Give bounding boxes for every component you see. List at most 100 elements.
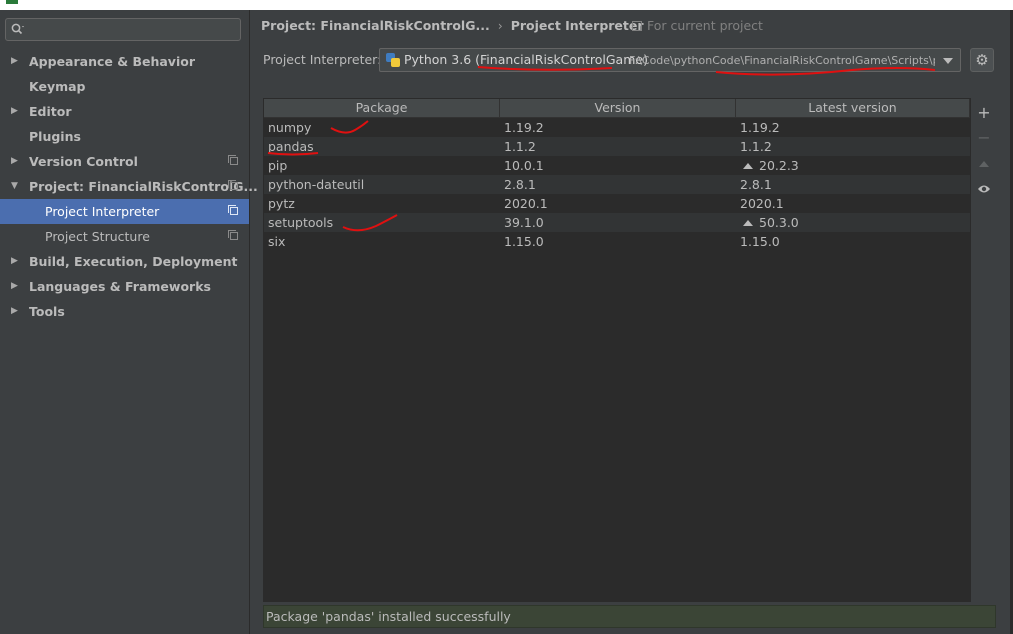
package-version-cell: 39.1.0 — [504, 215, 544, 230]
chevron-right-icon[interactable]: ▶ — [11, 99, 18, 124]
table-row[interactable]: pip 10.0.1 20.2.3 — [264, 156, 970, 175]
table-row[interactable]: numpy 1.19.2 1.19.2 — [264, 118, 970, 137]
sidebar-item-label: Tools — [29, 304, 65, 319]
interpreter-path: F:\Code\pythonCode\FinancialRiskControlG… — [629, 54, 935, 67]
breadcrumb: Project: FinancialRiskControlG... › Projec… — [261, 17, 644, 35]
packages-table: Package Version Latest version numpy 1.19… — [263, 98, 971, 602]
breadcrumb-separator: › — [497, 18, 503, 33]
table-header: Package Version Latest version — [264, 99, 970, 118]
project-interpreter-page: Project: FinancialRiskControlG... › Projec… — [250, 10, 1010, 634]
sidebar-item[interactable]: Project Interpreter — [0, 199, 249, 224]
interpreter-select[interactable]: Python 3.6 (FinancialRiskControlGame) F:… — [379, 48, 961, 72]
sidebar-item[interactable]: ▶ Build, Execution, Deployment — [0, 249, 249, 274]
latest-version-text: 2020.1 — [740, 196, 784, 211]
chevron-right-icon[interactable]: ▶ — [11, 299, 18, 324]
package-latest-version-cell: 2.8.1 — [740, 175, 772, 194]
chevron-down-icon[interactable]: ▼ — [11, 174, 18, 199]
upgrade-icon[interactable] — [972, 151, 996, 175]
copy-icon — [228, 230, 238, 240]
sidebar-item-label: Languages & Frameworks — [29, 279, 211, 294]
sidebar-item-label: Project: FinancialRiskControlG... — [29, 179, 258, 194]
sidebar-item-label: Project Structure — [45, 229, 150, 244]
for-current-project-hint: For current project — [632, 17, 763, 35]
eye-icon[interactable] — [972, 176, 996, 200]
settings-tree: ▶ Appearance & Behavior Keymap ▶ Editor Plugi… — [0, 49, 258, 324]
sidebar-item[interactable]: Project Structure — [0, 224, 249, 249]
sidebar-item-label: Version Control — [29, 154, 138, 169]
sidebar-item[interactable]: Plugins — [0, 124, 249, 149]
package-name-cell: pytz — [268, 196, 295, 211]
chevron-right-icon[interactable]: ▶ — [11, 49, 18, 74]
copy-icon — [228, 205, 238, 215]
latest-version-text: 20.2.3 — [759, 158, 799, 173]
package-version-cell: 10.0.1 — [504, 158, 544, 173]
sidebar-item-label: Build, Execution, Deployment — [29, 254, 238, 269]
latest-version-text: 1.19.2 — [740, 120, 780, 135]
package-version-cell: 1.15.0 — [504, 234, 544, 249]
latest-version-text: 50.3.0 — [759, 215, 799, 230]
remove-icon[interactable]: − — [972, 126, 996, 150]
gear-icon[interactable]: ⚙ — [970, 48, 994, 72]
column-header-latest-version[interactable]: Latest version — [736, 99, 970, 117]
add-icon[interactable]: + — [972, 101, 996, 125]
sidebar-item[interactable]: Keymap — [0, 74, 249, 99]
latest-version-text: 2.8.1 — [740, 177, 772, 192]
window-title-strip — [0, 0, 1013, 10]
sidebar-item[interactable]: ▶ Tools — [0, 299, 249, 324]
settings-sidebar: ▶ Appearance & Behavior Keymap ▶ Editor Plugi… — [0, 10, 258, 634]
sidebar-item[interactable]: ▶ Languages & Frameworks — [0, 274, 249, 299]
interpreter-name: Python 3.6 (FinancialRiskControlGame) — [404, 52, 648, 67]
sidebar-item[interactable]: ▶ Editor — [0, 99, 249, 124]
column-header-version[interactable]: Version — [500, 99, 736, 117]
package-name-cell: pip — [268, 158, 288, 173]
table-row[interactable]: setuptools 39.1.0 50.3.0 — [264, 213, 970, 232]
table-row[interactable]: python-dateutil 2.8.1 2.8.1 — [264, 175, 970, 194]
package-latest-version-cell: 1.1.2 — [740, 137, 772, 156]
package-latest-version-cell: 50.3.0 — [740, 213, 799, 232]
package-version-cell: 1.19.2 — [504, 120, 544, 135]
sidebar-item[interactable]: ▶ Version Control — [0, 149, 249, 174]
table-row[interactable]: six 1.15.0 1.15.0 — [264, 232, 970, 251]
sidebar-item-label: Project Interpreter — [45, 204, 160, 219]
upgrade-icon — [743, 163, 753, 169]
sidebar-item[interactable]: ▶ Appearance & Behavior — [0, 49, 249, 74]
package-version-cell: 1.1.2 — [504, 139, 536, 154]
sidebar-item-label: Keymap — [29, 79, 86, 94]
sidebar-item-label: Appearance & Behavior — [29, 54, 195, 69]
package-name-cell: six — [268, 234, 286, 249]
table-body: numpy 1.19.2 1.19.2 pandas 1.1.2 1.1.2 pip 10.0… — [264, 118, 970, 251]
column-header-package[interactable]: Package — [264, 99, 500, 117]
sidebar-item[interactable]: ▼ Project: FinancialRiskControlG... — [0, 174, 258, 199]
package-name-cell: numpy — [268, 120, 312, 135]
breadcrumb-page: Project Interpreter — [510, 18, 644, 33]
chevron-down-icon[interactable] — [943, 58, 953, 64]
search-input[interactable] — [30, 21, 239, 40]
breadcrumb-project[interactable]: Project: FinancialRiskControlG... — [261, 18, 490, 33]
python-icon — [386, 53, 400, 67]
settings-search[interactable] — [5, 18, 241, 41]
sidebar-item-label: Plugins — [29, 129, 81, 144]
table-row[interactable]: pandas 1.1.2 1.1.2 — [264, 137, 970, 156]
package-version-cell: 2020.1 — [504, 196, 548, 211]
status-message: Package 'pandas' installed successfully — [263, 605, 996, 628]
chevron-right-icon[interactable]: ▶ — [11, 249, 18, 274]
package-latest-version-cell: 1.15.0 — [740, 232, 780, 251]
app-icon — [6, 0, 18, 4]
chevron-right-icon[interactable]: ▶ — [11, 274, 18, 299]
package-name-cell: setuptools — [268, 215, 334, 230]
package-latest-version-cell: 2020.1 — [740, 194, 784, 213]
for-current-project-label: For current project — [647, 18, 763, 33]
upgrade-icon — [743, 220, 753, 226]
interpreter-label: Project Interpreter: — [263, 52, 382, 67]
latest-version-text: 1.15.0 — [740, 234, 780, 249]
chevron-right-icon[interactable]: ▶ — [11, 149, 18, 174]
package-name-cell: pandas — [268, 139, 314, 154]
package-name-cell: python-dateutil — [268, 177, 365, 192]
search-icon[interactable] — [11, 23, 25, 38]
latest-version-text: 1.1.2 — [740, 139, 772, 154]
table-row[interactable]: pytz 2020.1 2020.1 — [264, 194, 970, 213]
package-latest-version-cell: 1.19.2 — [740, 118, 780, 137]
copy-icon — [228, 180, 238, 190]
package-version-cell: 2.8.1 — [504, 177, 536, 192]
copy-icon — [632, 21, 642, 31]
